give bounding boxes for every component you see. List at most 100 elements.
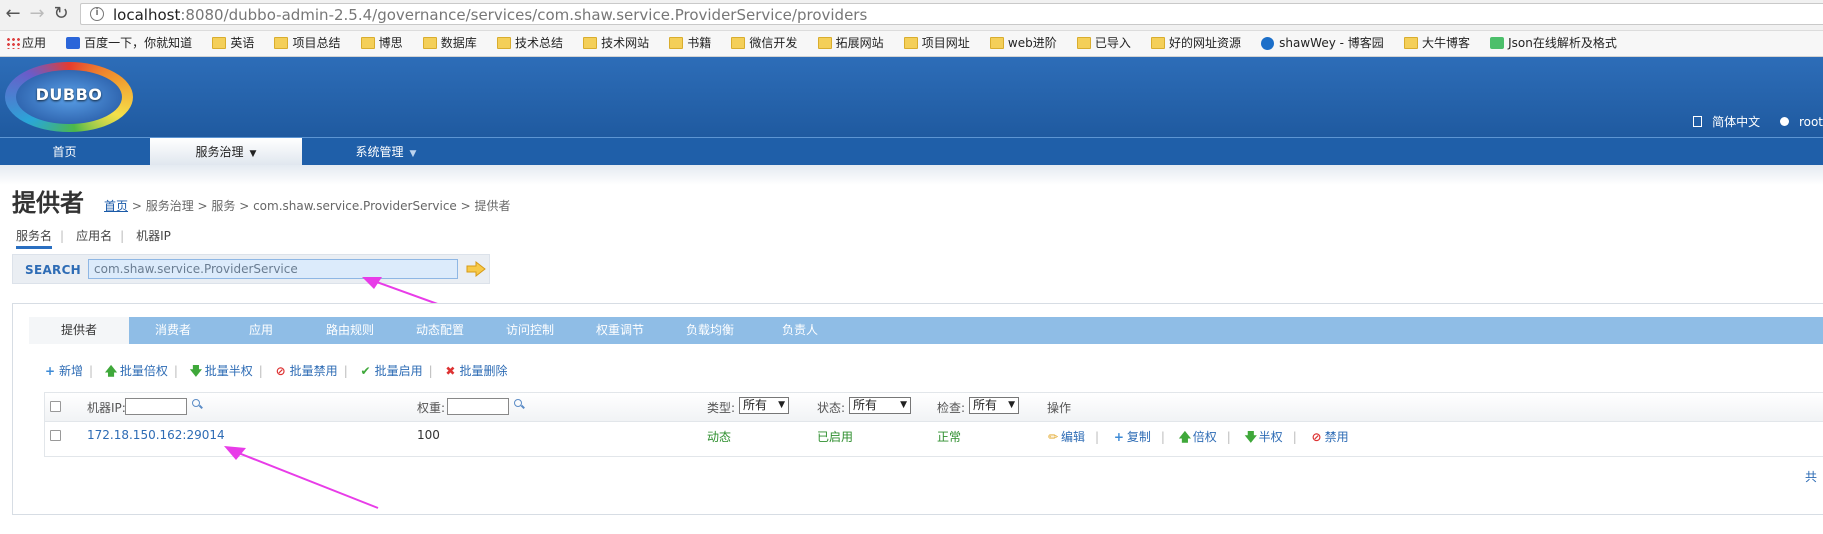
folder-icon <box>903 37 918 49</box>
folder-icon <box>212 37 227 49</box>
divider: | <box>258 364 263 378</box>
tab-routes[interactable]: 路由规则 <box>305 317 395 344</box>
caret-down-icon: ▼ <box>409 149 417 159</box>
column-ops-label: 操作 <box>1047 401 1072 415</box>
bookmark-folder[interactable]: 好的网址资源 <box>1149 31 1241 56</box>
caret-down-icon: ▼ <box>900 400 907 410</box>
provider-address-link[interactable]: 172.18.150.162:29014 <box>87 428 225 442</box>
arrow-down-icon: 🡇 <box>1244 430 1258 444</box>
tab-overrides[interactable]: 动态配置 <box>395 317 485 344</box>
ban-icon: ⊘ <box>275 364 286 378</box>
back-button[interactable]: ← <box>2 3 24 25</box>
copy-button[interactable]: + 复制 <box>1113 428 1151 445</box>
tab-providers[interactable]: 提供者 <box>29 317 129 344</box>
select-all-checkbox[interactable] <box>50 401 61 412</box>
bookmark-cnblogs[interactable]: shawWey - 博客园 <box>1259 31 1384 56</box>
divider: | <box>1160 430 1165 444</box>
search-icon[interactable] <box>514 399 522 407</box>
batch-enable-button[interactable]: ✔ 批量启用 <box>360 362 423 379</box>
app-header: DUBBO <box>0 57 1823 137</box>
divider: | <box>60 229 65 243</box>
baidu-paw-icon <box>66 37 81 49</box>
bookmark-folder[interactable]: 数据库 <box>421 31 477 56</box>
tab-access[interactable]: 访问控制 <box>485 317 575 344</box>
tab-loadbalance[interactable]: 负载均衡 <box>665 317 755 344</box>
disable-button[interactable]: ⊘ 禁用 <box>1311 428 1349 445</box>
document-icon <box>1693 116 1703 127</box>
folder-icon <box>496 37 511 49</box>
bookmark-folder[interactable]: 项目总结 <box>272 31 340 56</box>
reload-button[interactable]: ↻ <box>50 3 72 25</box>
bookmark-folder[interactable]: 博思 <box>359 31 403 56</box>
bookmark-folder[interactable]: web进阶 <box>988 31 1057 56</box>
add-button[interactable]: + 新增 <box>44 362 83 379</box>
ip-filter-input[interactable] <box>125 398 187 415</box>
divider: | <box>120 229 125 243</box>
weight-filter-input[interactable] <box>447 398 509 415</box>
column-type-label: 类型: <box>707 401 736 415</box>
bookmark-json[interactable]: Json在线解析及格式 <box>1488 31 1617 56</box>
breadcrumb-home[interactable]: 首页 <box>104 199 128 213</box>
batch-disable-button[interactable]: ⊘ 批量禁用 <box>275 362 338 379</box>
folder-icon <box>583 37 598 49</box>
url-field[interactable]: i localhost:8080/dubbo-admin-2.5.4/gover… <box>80 3 1823 25</box>
edit-button[interactable]: ✏ 编辑 <box>1047 428 1085 445</box>
tab-weights[interactable]: 权重调节 <box>575 317 665 344</box>
forward-button[interactable]: → <box>26 3 48 25</box>
tab-applications[interactable]: 应用 <box>217 317 305 344</box>
tab-owners[interactable]: 负责人 <box>755 317 845 344</box>
bookmark-folder[interactable]: 技术总结 <box>495 31 563 56</box>
arrow-up-icon: 🡅 <box>1178 430 1192 444</box>
batch-delete-button[interactable]: ✖ 批量删除 <box>444 362 507 379</box>
logo-text: DUBBO <box>35 85 103 104</box>
bookmark-apps[interactable]: 应用 <box>4 31 46 56</box>
menu-home[interactable]: 首页 <box>0 138 129 166</box>
half-weight-button[interactable]: 🡇 半权 <box>1245 428 1283 449</box>
type-filter-select[interactable]: 所有 ▼ <box>739 397 789 414</box>
search-icon[interactable] <box>192 399 200 407</box>
bookmark-folder[interactable]: 书籍 <box>667 31 711 56</box>
bookmark-folder[interactable]: 技术网站 <box>581 31 649 56</box>
bookmark-folder[interactable]: 微信开发 <box>729 31 797 56</box>
batch-double-weight-button[interactable]: 🡅 批量倍权 <box>105 362 168 383</box>
status-filter-select[interactable]: 所有 ▼ <box>849 397 911 414</box>
caret-down-icon: ▼ <box>778 400 785 410</box>
row-checkbox[interactable] <box>50 430 61 441</box>
header-links: 简体中文 root <box>1677 113 1823 129</box>
provider-status: 已启用 <box>817 430 854 444</box>
check-filter-select[interactable]: 所有 ▼ <box>969 397 1019 414</box>
breadcrumb: 首页 > 服务治理 > 服务 > com.shaw.service.Provid… <box>104 199 511 213</box>
pencil-icon: ✏ <box>1047 430 1059 444</box>
folder-icon <box>669 37 684 49</box>
bookmark-folder[interactable]: 拓展网站 <box>816 31 884 56</box>
column-status-label: 状态: <box>817 401 846 415</box>
divider: | <box>89 364 94 378</box>
folder-icon <box>274 37 289 49</box>
divider: | <box>428 364 433 378</box>
tab-consumers[interactable]: 消费者 <box>129 317 217 344</box>
provider-check: 正常 <box>937 430 962 444</box>
dubbo-logo[interactable]: DUBBO <box>2 58 136 138</box>
bookmark-folder[interactable]: 项目网址 <box>902 31 970 56</box>
column-ip-label: 机器IP: <box>87 401 126 415</box>
row-operations: ✏ 编辑 | + 复制 | 🡅 倍权 | 🡇 半权 | ⊘ 禁用 <box>1047 428 1349 449</box>
arrow-down-icon: 🡇 <box>189 364 203 378</box>
search-tab-service[interactable]: 服务名 <box>16 227 53 249</box>
menu-system[interactable]: 系统管理 ▼ <box>310 138 462 166</box>
search-tab-application[interactable]: 应用名 <box>76 227 112 244</box>
arrow-left-icon: ← <box>5 3 21 24</box>
annotation-arrow-icon <box>224 446 379 509</box>
bookmark-baidu[interactable]: 百度一下，你就知道 <box>64 31 192 56</box>
bookmark-folder[interactable]: 已导入 <box>1075 31 1131 56</box>
double-weight-button[interactable]: 🡅 倍权 <box>1179 428 1217 449</box>
bookmark-folder[interactable]: 大牛博客 <box>1402 31 1470 56</box>
folder-icon <box>989 37 1004 49</box>
reload-icon: ↻ <box>53 3 69 24</box>
bookmark-folder[interactable]: 英语 <box>210 31 254 56</box>
divider: | <box>1292 430 1297 444</box>
search-tab-ip[interactable]: 机器IP <box>136 227 171 244</box>
language-link[interactable]: 简体中文 <box>1685 113 1760 130</box>
menu-governance[interactable]: 服务治理 ▼ <box>150 138 302 166</box>
batch-half-weight-button[interactable]: 🡇 批量半权 <box>190 362 253 383</box>
user-link[interactable]: root <box>1772 115 1823 129</box>
